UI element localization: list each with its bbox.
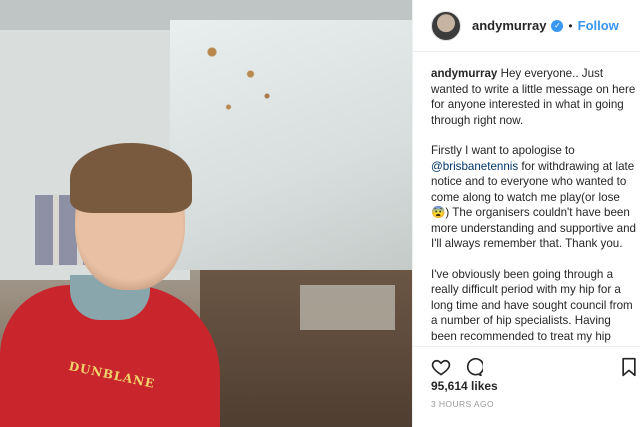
comment-icon [466,357,483,376]
caption-paragraph-3: I've obviously been going through a real… [431,267,636,347]
caption-paragraph-1: andymurray Hey everyone.. Just wanted to… [431,66,636,128]
caption-mention-link[interactable]: @brisbanetennis [431,160,518,173]
save-button[interactable] [619,356,639,378]
photo-boy-hair [70,143,192,213]
verified-badge-icon: ✓ [551,19,564,32]
avatar[interactable] [431,10,461,41]
photo-box [300,285,395,330]
comment-button[interactable] [461,355,485,379]
photo-stains [190,30,300,140]
post-side-panel: andymurray ✓ • Follow andymurray Hey eve… [412,0,640,427]
caption-text-3: I've obviously been going through a real… [431,267,633,347]
header-username[interactable]: andymurray [472,18,546,33]
follow-button[interactable]: Follow [578,18,619,33]
likes-count[interactable]: 95,614 likes [431,379,498,393]
caption-paragraph-2: Firstly I want to apologise to @brisbane… [431,143,636,252]
bookmark-icon [622,357,636,377]
post-photo[interactable]: DUNBLANE [0,0,412,427]
like-button[interactable] [429,355,453,379]
caption-text-2a: Firstly I want to apologise to [431,144,575,157]
post-caption: andymurray Hey everyone.. Just wanted to… [431,66,636,346]
post-header: andymurray ✓ • Follow [413,0,640,52]
post-timestamp[interactable]: 3 HOURS AGO [431,399,494,409]
header-separator: • [568,18,573,33]
caption-username[interactable]: andymurray [431,67,497,80]
caption-text-2b: for withdrawing at late notice and to ev… [431,159,636,251]
heart-icon [431,359,451,375]
